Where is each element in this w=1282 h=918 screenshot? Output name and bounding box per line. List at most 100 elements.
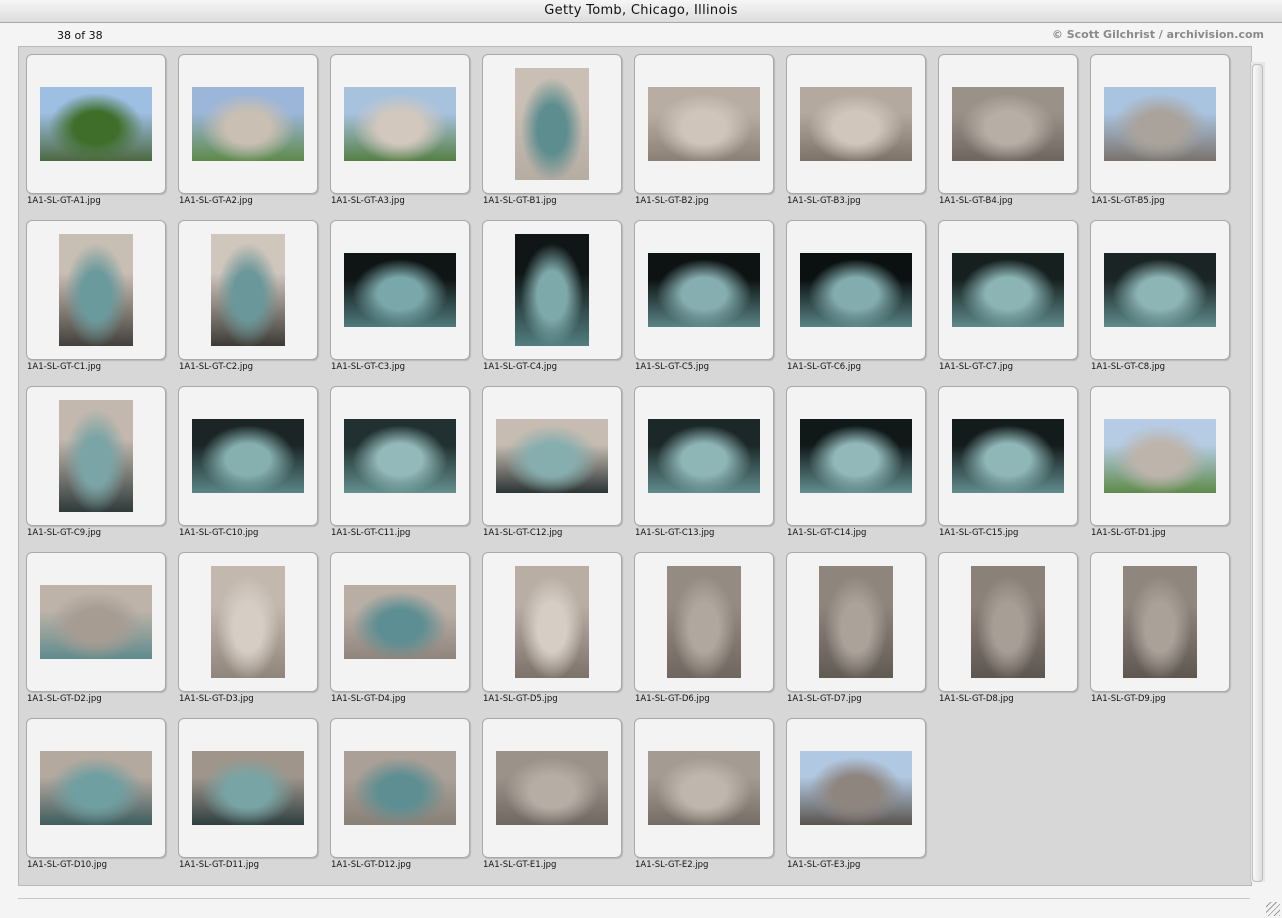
thumbnail-item[interactable]: 1A1-SL-GT-D3.jpg — [178, 552, 318, 712]
thumbnail-item[interactable]: 1A1-SL-GT-D1.jpg — [1090, 386, 1230, 546]
thumbnail-item[interactable]: 1A1-SL-GT-B4.jpg — [938, 54, 1078, 214]
thumbnail-image[interactable] — [952, 87, 1064, 161]
thumbnail-image[interactable] — [648, 751, 760, 825]
thumbnail-image[interactable] — [1104, 253, 1216, 327]
thumbnail-image[interactable] — [800, 87, 912, 161]
thumbnail-frame[interactable] — [178, 386, 318, 526]
thumbnail-item[interactable]: 1A1-SL-GT-E2.jpg — [634, 718, 774, 878]
thumbnail-item[interactable]: 1A1-SL-GT-C11.jpg — [330, 386, 470, 546]
thumbnail-frame[interactable] — [1090, 54, 1230, 194]
thumbnail-frame[interactable] — [178, 54, 318, 194]
thumbnail-item[interactable]: 1A1-SL-GT-D4.jpg — [330, 552, 470, 712]
thumbnail-item[interactable]: 1A1-SL-GT-C10.jpg — [178, 386, 318, 546]
thumbnail-image[interactable] — [515, 566, 589, 678]
thumbnail-image[interactable] — [800, 751, 912, 825]
thumbnail-frame[interactable] — [786, 718, 926, 858]
thumbnail-image[interactable] — [1123, 566, 1197, 678]
thumbnail-frame[interactable] — [634, 220, 774, 360]
thumbnail-item[interactable]: 1A1-SL-GT-D10.jpg — [26, 718, 166, 878]
thumbnail-item[interactable]: 1A1-SL-GT-D12.jpg — [330, 718, 470, 878]
thumbnail-image[interactable] — [800, 419, 912, 493]
thumbnail-item[interactable]: 1A1-SL-GT-D8.jpg — [938, 552, 1078, 712]
thumbnail-frame[interactable] — [178, 220, 318, 360]
thumbnail-image[interactable] — [800, 253, 912, 327]
thumbnail-image[interactable] — [192, 419, 304, 493]
thumbnail-frame[interactable] — [634, 386, 774, 526]
thumbnail-item[interactable]: 1A1-SL-GT-B5.jpg — [1090, 54, 1230, 214]
thumbnail-image[interactable] — [648, 87, 760, 161]
thumbnail-image[interactable] — [515, 234, 589, 346]
thumbnail-frame[interactable] — [1090, 386, 1230, 526]
thumbnail-item[interactable]: 1A1-SL-GT-C14.jpg — [786, 386, 926, 546]
thumbnail-item[interactable]: 1A1-SL-GT-C8.jpg — [1090, 220, 1230, 380]
thumbnail-frame[interactable] — [482, 54, 622, 194]
thumbnail-image[interactable] — [59, 400, 133, 512]
thumbnail-image[interactable] — [515, 68, 589, 180]
thumbnail-frame[interactable] — [482, 386, 622, 526]
thumbnail-item[interactable]: 1A1-SL-GT-C3.jpg — [330, 220, 470, 380]
thumbnail-frame[interactable] — [330, 54, 470, 194]
thumbnail-image[interactable] — [819, 566, 893, 678]
thumbnail-item[interactable]: 1A1-SL-GT-D5.jpg — [482, 552, 622, 712]
thumbnail-frame[interactable] — [938, 386, 1078, 526]
thumbnail-frame[interactable] — [330, 552, 470, 692]
thumbnail-image[interactable] — [211, 566, 285, 678]
thumbnail-image[interactable] — [952, 419, 1064, 493]
scrollbar-thumb[interactable] — [1252, 64, 1263, 882]
thumbnail-item[interactable]: 1A1-SL-GT-A2.jpg — [178, 54, 318, 214]
thumbnail-image[interactable] — [344, 419, 456, 493]
thumbnail-frame[interactable] — [26, 718, 166, 858]
thumbnail-item[interactable]: 1A1-SL-GT-C12.jpg — [482, 386, 622, 546]
thumbnail-item[interactable]: 1A1-SL-GT-E3.jpg — [786, 718, 926, 878]
thumbnail-item[interactable]: 1A1-SL-GT-C1.jpg — [26, 220, 166, 380]
thumbnail-frame[interactable] — [330, 386, 470, 526]
thumbnail-item[interactable]: 1A1-SL-GT-D7.jpg — [786, 552, 926, 712]
thumbnail-item[interactable]: 1A1-SL-GT-D9.jpg — [1090, 552, 1230, 712]
thumbnail-frame[interactable] — [634, 718, 774, 858]
thumbnail-frame[interactable] — [786, 54, 926, 194]
thumbnail-frame[interactable] — [786, 552, 926, 692]
thumbnail-frame[interactable] — [634, 552, 774, 692]
thumbnail-item[interactable]: 1A1-SL-GT-D6.jpg — [634, 552, 774, 712]
thumbnail-item[interactable]: 1A1-SL-GT-B1.jpg — [482, 54, 622, 214]
thumbnail-item[interactable]: 1A1-SL-GT-C2.jpg — [178, 220, 318, 380]
thumbnail-item[interactable]: 1A1-SL-GT-A3.jpg — [330, 54, 470, 214]
thumbnail-item[interactable]: 1A1-SL-GT-C13.jpg — [634, 386, 774, 546]
copyright-link[interactable]: © Scott Gilchrist / archivision.com — [1052, 28, 1264, 41]
thumbnail-item[interactable]: 1A1-SL-GT-C5.jpg — [634, 220, 774, 380]
thumbnail-frame[interactable] — [26, 54, 166, 194]
thumbnail-image[interactable] — [192, 751, 304, 825]
thumbnail-frame[interactable] — [634, 54, 774, 194]
thumbnail-image[interactable] — [496, 751, 608, 825]
thumbnail-image[interactable] — [40, 751, 152, 825]
thumbnail-frame[interactable] — [786, 386, 926, 526]
thumbnail-image[interactable] — [344, 253, 456, 327]
thumbnail-item[interactable]: 1A1-SL-GT-C15.jpg — [938, 386, 1078, 546]
thumbnail-image[interactable] — [40, 585, 152, 659]
thumbnail-item[interactable]: 1A1-SL-GT-D11.jpg — [178, 718, 318, 878]
thumbnail-image[interactable] — [1104, 419, 1216, 493]
thumbnail-frame[interactable] — [1090, 552, 1230, 692]
thumbnail-item[interactable]: 1A1-SL-GT-B2.jpg — [634, 54, 774, 214]
thumbnail-image[interactable] — [667, 566, 741, 678]
thumbnail-frame[interactable] — [482, 718, 622, 858]
thumbnail-item[interactable]: 1A1-SL-GT-E1.jpg — [482, 718, 622, 878]
thumbnail-image[interactable] — [192, 87, 304, 161]
thumbnail-item[interactable]: 1A1-SL-GT-B3.jpg — [786, 54, 926, 214]
thumbnail-image[interactable] — [971, 566, 1045, 678]
thumbnail-frame[interactable] — [938, 552, 1078, 692]
resize-grip-icon[interactable] — [1266, 902, 1280, 916]
thumbnail-item[interactable]: 1A1-SL-GT-C7.jpg — [938, 220, 1078, 380]
thumbnail-frame[interactable] — [482, 552, 622, 692]
thumbnail-image[interactable] — [211, 234, 285, 346]
thumbnail-item[interactable]: 1A1-SL-GT-C4.jpg — [482, 220, 622, 380]
thumbnail-image[interactable] — [344, 751, 456, 825]
thumbnail-frame[interactable] — [178, 718, 318, 858]
thumbnail-image[interactable] — [952, 253, 1064, 327]
thumbnail-image[interactable] — [59, 234, 133, 346]
thumbnail-item[interactable]: 1A1-SL-GT-A1.jpg — [26, 54, 166, 214]
thumbnail-frame[interactable] — [26, 386, 166, 526]
thumbnail-frame[interactable] — [178, 552, 318, 692]
thumbnail-frame[interactable] — [26, 220, 166, 360]
thumbnail-frame[interactable] — [26, 552, 166, 692]
